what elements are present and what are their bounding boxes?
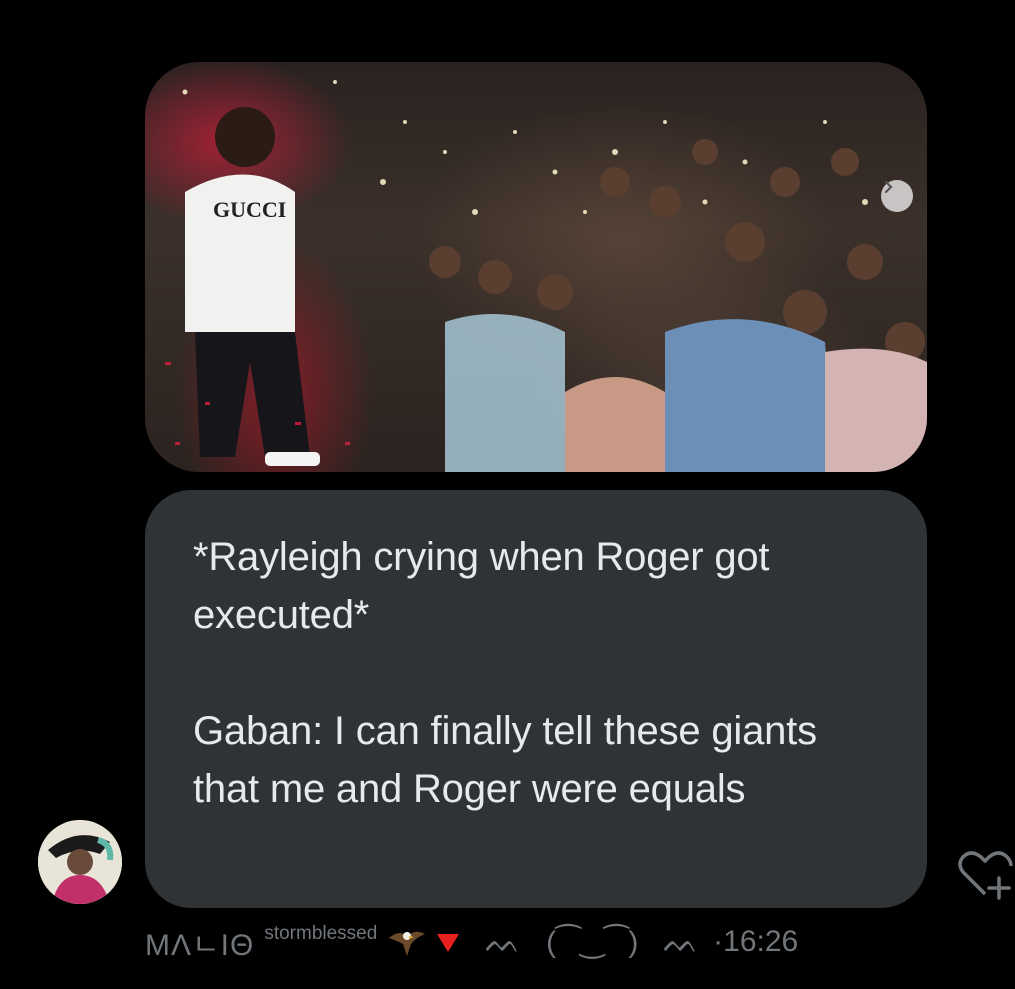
concert-crowd-image: GUCCI: [165, 80, 927, 472]
shared-photo[interactable]: GUCCI: [145, 62, 927, 472]
message-meta: MΛㄴIΘ stormblessed ᨓ (⁀‿⁀) ᨓ ·16:26: [145, 917, 1005, 967]
message-text-line2: Gaban: I can finally tell these giants t…: [193, 709, 828, 811]
message-text-line1: *Rayleigh crying when Roger got executed…: [193, 535, 781, 637]
sender-avatar[interactable]: [38, 820, 122, 904]
sender-handle[interactable]: stormblessed: [264, 923, 377, 945]
message-bubble[interactable]: *Rayleigh crying when Roger got executed…: [145, 490, 927, 908]
shirt-logo-text: GUCCI: [213, 197, 286, 222]
red-triangle-down-emoji: [437, 934, 460, 952]
message-timestamp: ·16:26: [713, 925, 799, 958]
avatar-image: [38, 820, 122, 904]
chevron-right-icon: [884, 180, 893, 194]
heart-plus-icon: [958, 851, 1013, 900]
eagle-emoji: [389, 931, 426, 956]
name-decoration-kaomoji: ᨓ (⁀‿⁀) ᨓ: [485, 925, 700, 959]
add-reaction-button[interactable]: [955, 848, 1015, 900]
carousel-next-button[interactable]: [881, 180, 913, 212]
sender-display-name[interactable]: MΛㄴIΘ: [145, 920, 254, 964]
